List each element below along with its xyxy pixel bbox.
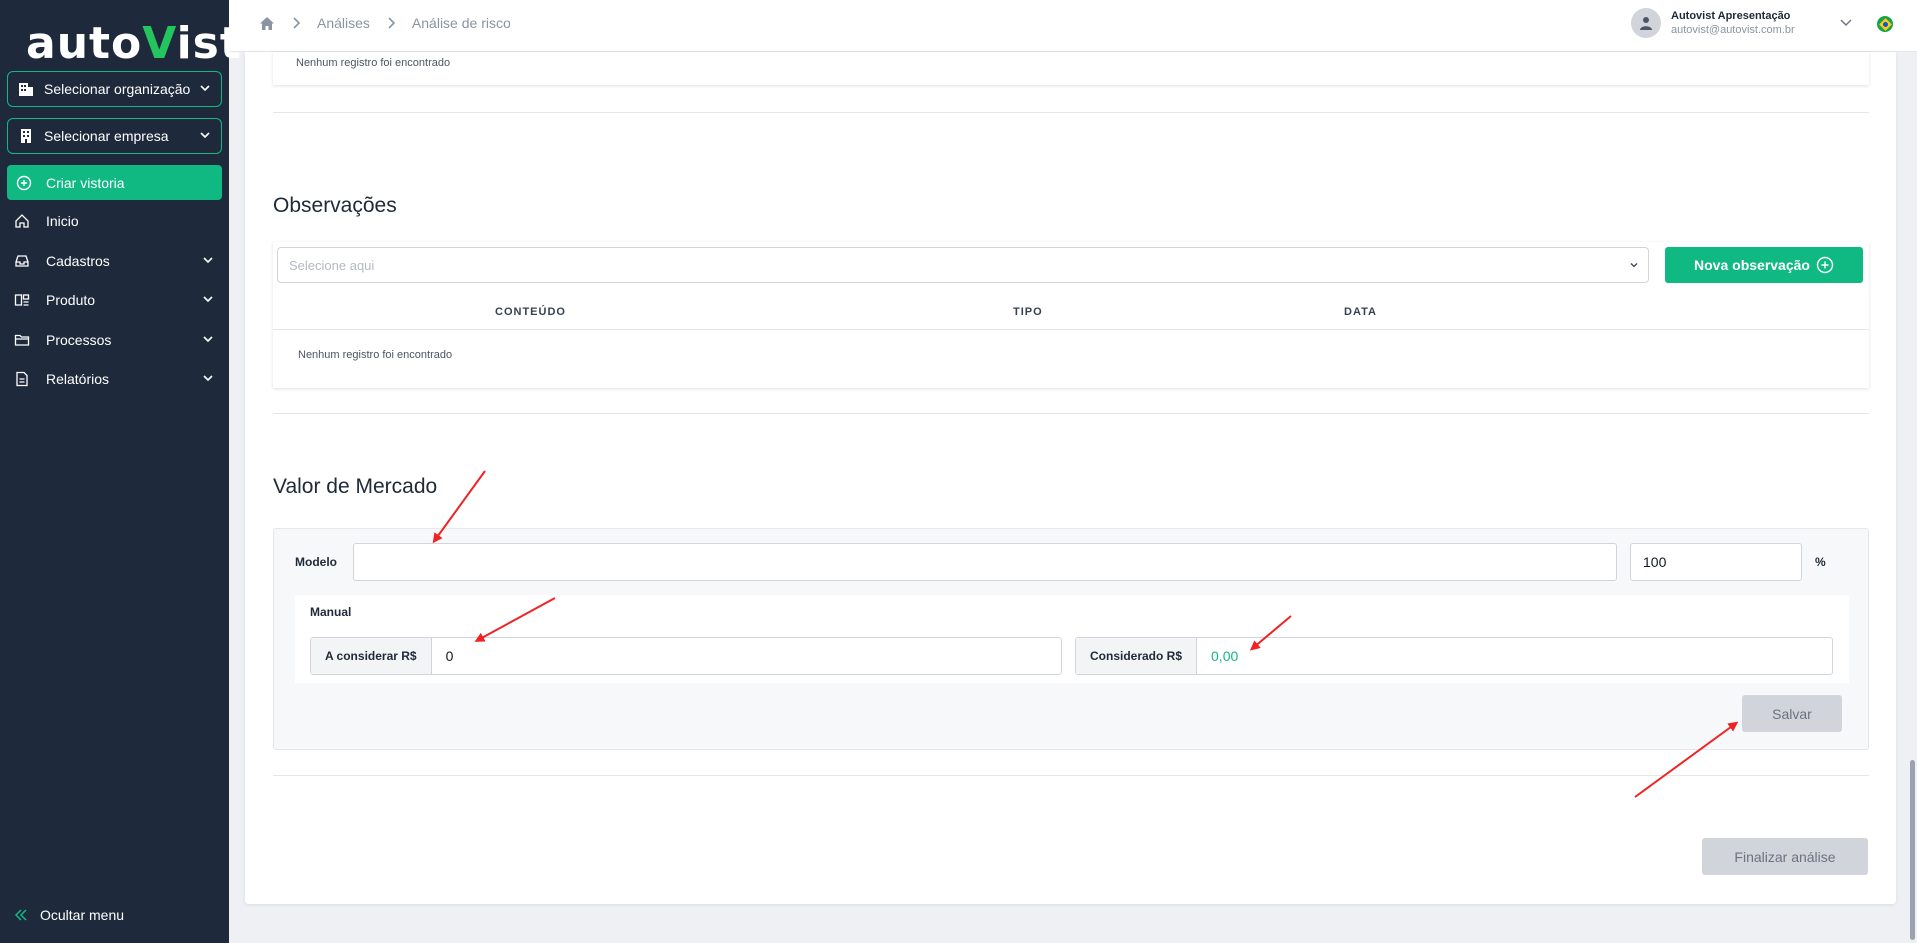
home-icon	[14, 213, 32, 229]
breadcrumb: Análises Análise de risco	[259, 15, 511, 31]
sidebar-item-cadastros[interactable]: Cadastros	[14, 249, 214, 273]
inbox-icon	[14, 253, 32, 269]
divider	[273, 413, 1869, 414]
chevron-down-icon	[199, 128, 211, 144]
brazil-flag-icon[interactable]	[1877, 16, 1893, 32]
valor-mercado-panel: Modelo 100 % Manual A considerar R$ 0 Co…	[273, 528, 1869, 750]
finalize-analysis-button[interactable]: Finalizar análise	[1702, 838, 1868, 875]
sidebar: autoVist Selecionar organização Selecion…	[0, 0, 241, 943]
sidebar-item-relatorios[interactable]: Relatórios	[14, 367, 214, 391]
hide-menu-label: Ocultar menu	[40, 907, 125, 923]
chevron-down-icon	[199, 81, 211, 97]
save-button[interactable]: Salvar	[1742, 695, 1842, 732]
chevron-right-icon	[291, 17, 301, 29]
chevron-down-icon[interactable]	[1839, 17, 1853, 29]
observacoes-panel: Selecione aqui Nova observação CONTEÚDO …	[273, 242, 1869, 388]
considerado-label: Considerado R$	[1076, 638, 1198, 674]
sidebar-item-label: Processos	[46, 332, 112, 348]
double-chevron-left-icon	[14, 908, 28, 922]
considerado-value: 0,00	[1211, 648, 1239, 664]
breadcrumb-analise-risco: Análise de risco	[411, 15, 511, 31]
observation-select[interactable]: Selecione aqui	[277, 247, 1649, 283]
company-selector-label: Selecionar empresa	[44, 128, 169, 144]
column-header-conteudo: CONTEÚDO	[495, 306, 566, 318]
organization-selector[interactable]: Selecionar organização	[7, 71, 222, 107]
a-considerar-label: A considerar R$	[311, 638, 432, 674]
user-email: autovist@autovist.com.br	[1671, 24, 1795, 36]
sidebar-item-processos[interactable]: Processos	[14, 328, 214, 352]
sidebar-item-inicio[interactable]: Inicio	[14, 209, 214, 233]
plus-circle-icon	[16, 175, 32, 191]
divider	[273, 775, 1869, 776]
hide-menu-button[interactable]: Ocultar menu	[14, 907, 124, 923]
sidebar-item-label: Inicio	[46, 213, 79, 229]
avatar	[1631, 8, 1661, 38]
manual-section: Manual A considerar R$ 0 Considerado R$ …	[295, 595, 1849, 683]
divider	[273, 112, 1869, 113]
observation-select-placeholder: Selecione aqui	[289, 258, 375, 273]
chevron-right-icon	[386, 17, 396, 29]
modelo-input[interactable]	[353, 543, 1617, 581]
table-header-divider	[273, 329, 1869, 330]
sidebar-item-produto[interactable]: Produto	[14, 288, 214, 312]
create-inspection-button[interactable]: Criar vistoria	[7, 165, 222, 200]
chevron-down-icon	[202, 254, 214, 266]
scrollbar[interactable]	[1910, 760, 1915, 940]
create-inspection-label: Criar vistoria	[46, 174, 125, 191]
sidebar-item-label: Produto	[46, 292, 96, 308]
sidebar-item-label: Relatórios	[46, 371, 110, 387]
topbar: Análises Análise de risco Autovist Apres…	[229, 0, 1917, 52]
a-considerar-group: A considerar R$ 0	[310, 637, 1062, 675]
autovist-logo[interactable]: autoVist	[26, 18, 242, 69]
percent-input[interactable]: 100	[1630, 543, 1802, 581]
manual-title: Manual	[310, 605, 352, 619]
modelo-label: Modelo	[295, 555, 337, 569]
new-observation-label: Nova observação	[1694, 257, 1810, 273]
user-menu[interactable]: Autovist Apresentação autovist@autovist.…	[1631, 8, 1795, 38]
valor-mercado-title: Valor de Mercado	[273, 475, 438, 498]
chevron-down-icon	[202, 372, 214, 384]
product-icon	[14, 292, 32, 308]
observacoes-title: Observações	[273, 194, 397, 217]
new-observation-button[interactable]: Nova observação	[1665, 247, 1863, 283]
chevron-down-icon	[1628, 259, 1640, 271]
report-icon	[14, 371, 32, 387]
main-content: Nenhum registro foi encontrado Observaçõ…	[245, 52, 1896, 904]
home-icon[interactable]	[259, 16, 275, 31]
plus-circle-icon	[1816, 256, 1834, 274]
considerado-group: Considerado R$ 0,00	[1075, 637, 1833, 675]
office-building-icon	[18, 128, 34, 144]
folder-icon	[14, 332, 32, 348]
empty-message: Nenhum registro foi encontrado	[296, 57, 451, 69]
column-header-data: DATA	[1344, 306, 1377, 318]
sidebar-item-label: Cadastros	[46, 253, 110, 269]
organization-selector-label: Selecionar organização	[44, 81, 191, 97]
chevron-down-icon	[202, 293, 214, 305]
previous-table-panel: Nenhum registro foi encontrado	[273, 52, 1869, 85]
breadcrumb-analises[interactable]: Análises	[317, 15, 370, 31]
column-header-tipo: TIPO	[1013, 306, 1043, 318]
empty-message: Nenhum registro foi encontrado	[298, 349, 453, 361]
chevron-down-icon	[202, 333, 214, 345]
percent-symbol: %	[1815, 555, 1826, 569]
a-considerar-input[interactable]: 0	[432, 638, 1061, 674]
company-selector[interactable]: Selecionar empresa	[7, 118, 222, 154]
building-icon	[18, 81, 34, 97]
user-name: Autovist Apresentação	[1671, 10, 1791, 22]
